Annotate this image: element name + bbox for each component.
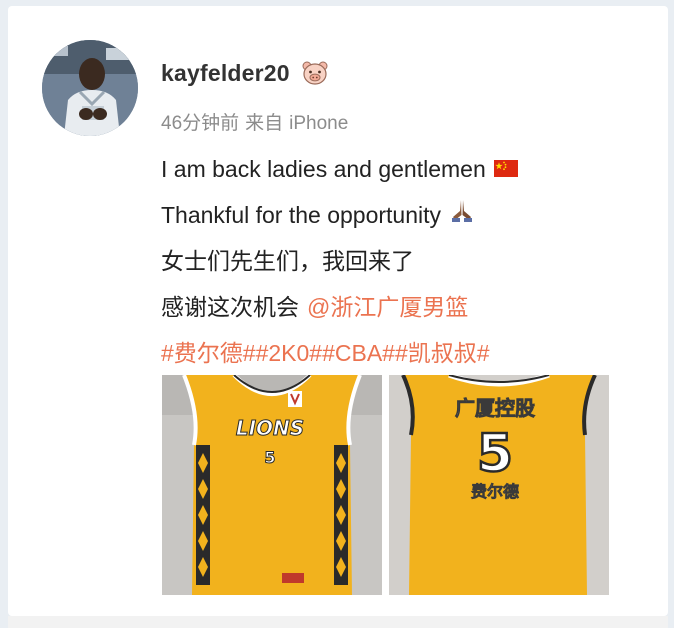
jersey-front-image: LIONS 5 [162,375,382,595]
username-row: kayfelder20 [161,56,328,90]
post-line-1: I am back ladies and gentlemen [161,146,641,192]
jersey-back-image: 广厦控股 5 费尔德 [389,375,609,595]
post-line-2-text: Thankful for the opportunity [161,202,441,228]
hashtag-links[interactable]: #费尔德##2K0##CBA##凯叔叔# [161,333,490,373]
username[interactable]: kayfelder20 [161,60,290,87]
jersey-back-sponsor-text: 广厦控股 [455,396,535,420]
jersey-front-team-text: LIONS [236,416,304,440]
card-divider [8,616,668,628]
jersey-front-number: 5 [264,448,275,467]
jersey-back-photo[interactable]: 广厦控股 5 费尔德 [389,375,609,595]
jersey-lions-photo[interactable]: LIONS 5 [162,375,382,595]
jersey-back-number: 5 [477,424,513,484]
avatar-image [42,40,138,136]
china-flag-icon [493,149,518,189]
post-line-3-text: 女士们先生们，我回来了 [161,248,414,274]
praying-hands-icon [449,195,475,235]
post-line-2: Thankful for the opportunity [161,192,641,238]
avatar[interactable] [42,40,138,136]
post-body: I am back ladies and gentlemen Thankful … [161,146,641,376]
post-meta: 46分钟前 来自 iPhone [161,108,348,135]
pig-face-icon [302,61,328,85]
source-prefix: 来自 [245,113,284,134]
jersey-back-player-name: 费尔德 [471,482,519,501]
post-line-1-text: I am back ladies and gentlemen [161,156,486,182]
hashtag-line: #费尔德##2K0##CBA##凯叔叔# [161,330,641,376]
post-line-4-text: 感谢这次机会 [161,294,299,320]
mention-link[interactable]: @浙江广厦男篮 [307,287,468,327]
post-source[interactable]: iPhone [289,113,348,134]
post-line-4: 感谢这次机会 @浙江广厦男篮 [161,284,641,330]
post-line-3: 女士们先生们，我回来了 [161,238,641,284]
post-time[interactable]: 46分钟前 [161,113,239,134]
